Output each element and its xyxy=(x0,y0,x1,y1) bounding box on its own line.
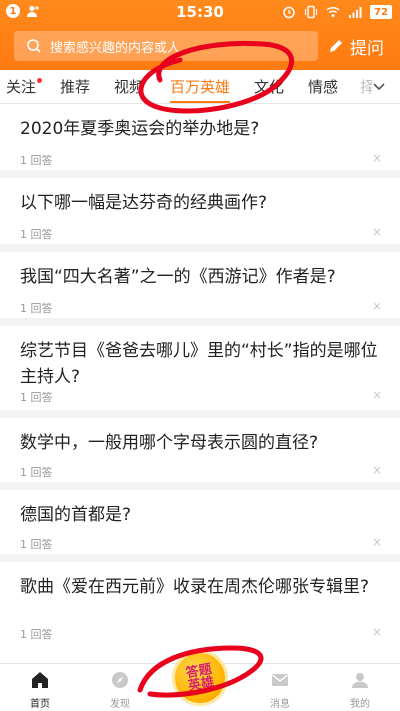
category-tabs: 关注 推荐 视频 百万英雄 文化 情感 择 xyxy=(0,70,400,104)
pencil-icon xyxy=(330,40,342,52)
question-item[interactable]: 2020年夏季奥运会的举办地是? 1 回答 × xyxy=(0,104,400,178)
tab-label: 关注 xyxy=(6,78,37,96)
alarm-icon xyxy=(283,6,295,19)
question-item[interactable]: 数学中，一般用哪个字母表示圆的直径? 1 回答 × xyxy=(0,418,400,490)
answer-count: 1 回答 xyxy=(20,538,53,551)
search-placeholder: 搜索感兴趣的内容或人 xyxy=(50,40,181,56)
search-icon xyxy=(27,39,41,53)
tab-recommend[interactable]: 推荐 xyxy=(60,70,90,104)
signal-icon xyxy=(349,7,362,18)
tab-more-partial[interactable]: 择 xyxy=(360,70,372,104)
ask-button[interactable]: 提问 xyxy=(328,33,384,59)
close-icon[interactable]: × xyxy=(372,225,382,239)
vibrate-icon xyxy=(304,5,318,19)
question-title: 歌曲《爱在西元前》收录在周杰伦哪张专辑里? xyxy=(20,577,370,597)
question-item[interactable]: 德国的首都是? 1 回答 × xyxy=(0,490,400,562)
profile-icon xyxy=(352,673,368,688)
answer-count: 1 回答 xyxy=(20,228,53,241)
question-item[interactable]: 以下哪一幅是达芬奇的经典画作? 1 回答 × xyxy=(0,178,400,252)
battery-indicator: 72 xyxy=(370,5,392,19)
mail-icon xyxy=(272,674,288,686)
ask-button-label: 提问 xyxy=(350,38,384,59)
close-icon[interactable]: × xyxy=(372,463,382,477)
chevron-down-icon[interactable] xyxy=(372,79,386,93)
tab-video[interactable]: 视频 xyxy=(114,70,144,104)
nav-label: 首页 xyxy=(30,699,50,710)
close-icon[interactable]: × xyxy=(372,625,382,639)
answer-count: 1 回答 xyxy=(20,302,53,315)
question-title: 2020年夏季奥运会的举办地是? xyxy=(20,119,260,139)
compass-icon xyxy=(112,672,128,688)
status-bar: 1 15:30 72 xyxy=(0,0,400,24)
tab-label: 情感 xyxy=(308,78,339,96)
nav-discover[interactable]: 发现 xyxy=(90,664,150,711)
top-header: 1 15:30 72 搜索感兴趣的内容或人 提问 xyxy=(0,0,400,70)
app-screen: 1 15:30 72 搜索感兴趣的内容或人 提问 关注 推荐 视频 百万英雄 文… xyxy=(0,0,400,711)
home-icon xyxy=(32,672,48,688)
question-title: 我国“四大名著”之一的《西游记》作者是? xyxy=(20,267,336,287)
tab-label: 推荐 xyxy=(60,78,91,96)
answer-count: 1 回答 xyxy=(20,628,53,641)
nav-label: 发现 xyxy=(110,699,130,710)
tab-label: 择 xyxy=(360,78,372,96)
close-icon[interactable]: × xyxy=(372,299,382,313)
answer-count: 1 回答 xyxy=(20,391,53,404)
tab-follow[interactable]: 关注 xyxy=(6,70,43,104)
nav-label: 我的 xyxy=(350,699,370,710)
tab-label: 视频 xyxy=(114,78,145,96)
search-bar[interactable]: 搜索感兴趣的内容或人 xyxy=(14,31,318,61)
question-title: 以下哪一幅是达芬奇的经典画作? xyxy=(20,193,268,213)
question-title: 数学中，一般用哪个字母表示圆的直径? xyxy=(20,433,319,453)
wifi-icon xyxy=(326,6,340,17)
question-item[interactable]: 综艺节目《爸爸去哪儿》里的“村长”指的是哪位主持人? 1 回答 × xyxy=(0,326,400,418)
tab-label: 百万英雄 xyxy=(170,78,231,96)
new-indicator-dot xyxy=(37,78,43,83)
quiz-hero-button[interactable]: 答题 英雄 xyxy=(172,650,228,706)
tab-culture[interactable]: 文化 xyxy=(254,70,284,104)
tab-emotion[interactable]: 情感 xyxy=(308,70,338,104)
nav-label: 消息 xyxy=(270,699,290,710)
question-item[interactable]: 我国“四大名著”之一的《西游记》作者是? 1 回答 × xyxy=(0,252,400,326)
tab-million-hero[interactable]: 百万英雄 xyxy=(170,70,230,104)
active-tab-underline xyxy=(170,101,230,103)
question-item[interactable]: 歌曲《爱在西元前》收录在周杰伦哪张专辑里? 1 回答 × xyxy=(0,562,400,663)
close-icon[interactable]: × xyxy=(372,151,382,165)
close-icon[interactable]: × xyxy=(372,535,382,549)
question-title: 德国的首都是? xyxy=(20,505,132,525)
tab-label: 文化 xyxy=(254,78,285,96)
nav-profile[interactable]: 我的 xyxy=(330,664,390,711)
close-icon[interactable]: × xyxy=(372,388,382,402)
answer-count: 1 回答 xyxy=(20,154,53,167)
nav-messages[interactable]: 消息 xyxy=(250,664,310,711)
answer-count: 1 回答 xyxy=(20,466,53,479)
quiz-hero-label: 答题 英雄 xyxy=(184,661,216,695)
nav-home[interactable]: 首页 xyxy=(10,664,70,711)
question-title: 综艺节目《爸爸去哪儿》里的“村长”指的是哪位主持人? xyxy=(20,341,378,387)
